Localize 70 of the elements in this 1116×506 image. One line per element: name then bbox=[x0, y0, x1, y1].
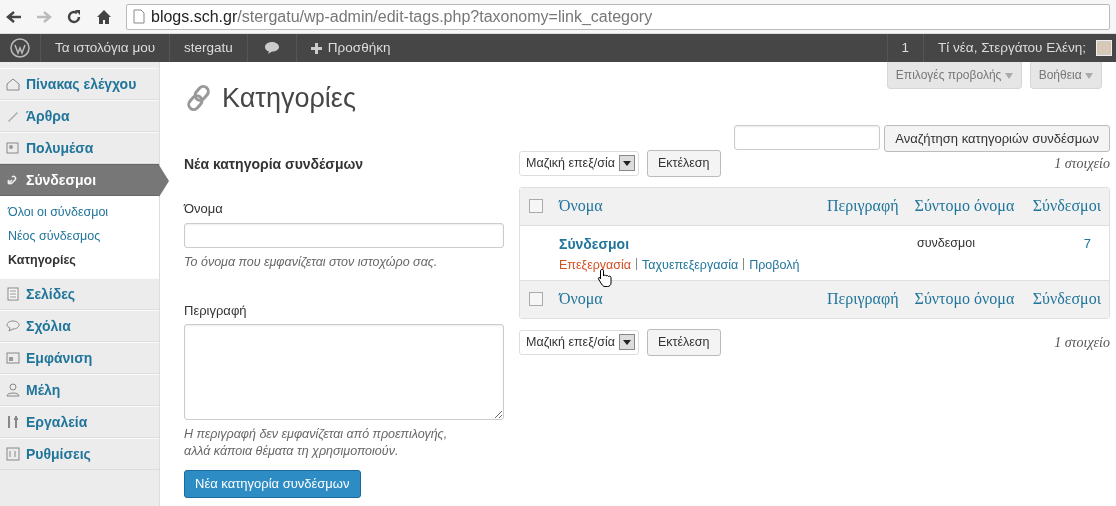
column-header[interactable]: Σύνδεσμοι bbox=[1032, 194, 1109, 219]
plus-icon bbox=[310, 42, 322, 54]
submenu-item[interactable]: Νέος σύνδεσμος bbox=[0, 224, 159, 248]
admin-bar-link[interactable]: stergatu bbox=[170, 34, 248, 62]
column-header[interactable]: Περιγραφή bbox=[799, 194, 899, 219]
menu-item-icon bbox=[6, 415, 20, 429]
link-count[interactable]: 7 bbox=[1036, 233, 1109, 254]
submit-button[interactable]: Νέα κατηγορία συνδέσμων bbox=[184, 470, 361, 498]
column-header[interactable]: Περιγραφή bbox=[799, 287, 899, 312]
sidebar-menu-item[interactable]: Εμφάνιση bbox=[0, 342, 159, 374]
row-action-link[interactable]: Ταχυεπεξεργασία bbox=[642, 257, 739, 272]
name-field[interactable] bbox=[184, 222, 504, 248]
speech-bubble-icon[interactable] bbox=[263, 41, 280, 55]
field-label: Όνομα bbox=[184, 200, 224, 218]
column-header[interactable]: Σύντομο όνομα bbox=[898, 194, 1033, 219]
select-all-checkbox[interactable] bbox=[529, 292, 543, 307]
field-hint: Το όνομα που εμφανίζεται στον ιστοχώρο σας. bbox=[184, 253, 439, 271]
back-icon[interactable] bbox=[6, 9, 22, 24]
column-header[interactable]: Όνομα bbox=[551, 194, 800, 219]
page-icon bbox=[133, 9, 145, 24]
home-icon[interactable] bbox=[96, 8, 112, 25]
field-hint: Η περιγραφή δεν εμφανίζεται από προεπιλογής, αλλά κάποια θέματα τη χρησιμοποιούν. bbox=[184, 426, 449, 460]
menu-item-icon bbox=[6, 319, 20, 333]
category-name-link[interactable]: Σύνδεσμοι bbox=[559, 233, 801, 255]
bulk-action-select[interactable]: Μαζική επεξ/σία bbox=[519, 329, 639, 355]
search-field[interactable] bbox=[734, 124, 881, 150]
add-new-menu[interactable]: Προσθήκη bbox=[296, 34, 405, 62]
apply-button[interactable]: Εκτέλεση bbox=[646, 328, 721, 356]
item-count: 1 στοιχείο bbox=[1054, 333, 1110, 352]
sidebar-menu-item[interactable]: Πίνακας ελέγχου bbox=[0, 68, 159, 100]
column-header[interactable]: Σύντομο όνομα bbox=[898, 287, 1033, 312]
field-label: Περιγραφή bbox=[184, 301, 248, 320]
category-slug: συνδεσμοι bbox=[916, 234, 976, 252]
form-heading: Νέα κατηγορία συνδέσμων bbox=[184, 155, 365, 174]
reload-icon[interactable] bbox=[66, 8, 82, 25]
bulk-action-select[interactable]: Μαζική επεξ/σία bbox=[519, 151, 639, 176]
select-all-checkbox[interactable] bbox=[529, 199, 543, 214]
menu-item-icon bbox=[6, 383, 20, 397]
row-action-link[interactable]: Επεξεργασία bbox=[559, 257, 631, 272]
forward-icon[interactable] bbox=[36, 9, 52, 24]
menu-item-icon bbox=[6, 109, 20, 123]
sidebar-menu-item[interactable]: Εργαλεία bbox=[0, 406, 159, 438]
menu-item-icon bbox=[6, 77, 20, 91]
sidebar-menu-item[interactable]: Μέλη bbox=[0, 374, 159, 406]
column-header[interactable]: Όνομα bbox=[551, 287, 800, 312]
page-title: Κατηγορίες bbox=[222, 82, 356, 115]
menu-item-icon bbox=[6, 351, 20, 365]
screen-tab[interactable]: Επιλογές προβολής bbox=[886, 62, 1022, 89]
sidebar-menu-item[interactable]: Σελίδες bbox=[0, 278, 159, 310]
apply-button[interactable]: Εκτέλεση bbox=[646, 150, 721, 177]
url-text: blogs.sch.gr/stergatu/wp-admin/edit-tags.php?taxonomy=link_category bbox=[151, 6, 653, 27]
logo-icon[interactable] bbox=[10, 38, 30, 58]
menu-item-icon bbox=[6, 287, 20, 301]
search-button[interactable]: Αναζήτηση κατηγοριών συνδέσμων bbox=[884, 124, 1110, 152]
avatar-placeholder bbox=[1096, 40, 1112, 56]
description-field[interactable] bbox=[184, 324, 504, 420]
item-count: 1 στοιχείο bbox=[1054, 154, 1110, 173]
sidebar-menu-item[interactable]: Άρθρα bbox=[0, 100, 159, 132]
menu-item-icon bbox=[6, 141, 20, 155]
submenu-item[interactable]: Κατηγορίες bbox=[0, 248, 159, 272]
sidebar-menu-item[interactable]: Ρυθμίσεις bbox=[0, 438, 159, 470]
address-bar[interactable]: blogs.sch.gr/stergatu/wp-admin/edit-tags.php?taxonomy=link_category bbox=[126, 3, 1110, 30]
submenu-item[interactable]: Όλοι οι σύνδεσμοι bbox=[0, 200, 159, 224]
row-action-link[interactable]: Προβολή bbox=[749, 257, 800, 272]
caret-icon bbox=[1004, 72, 1013, 79]
screen-tab[interactable]: Βοήθεια bbox=[1029, 62, 1102, 89]
sidebar-menu-item[interactable]: Σχόλια bbox=[0, 310, 159, 342]
column-header[interactable]: Σύνδεσμοι bbox=[1032, 287, 1109, 312]
menu-item-icon bbox=[6, 447, 20, 461]
caret-icon bbox=[1085, 72, 1093, 79]
